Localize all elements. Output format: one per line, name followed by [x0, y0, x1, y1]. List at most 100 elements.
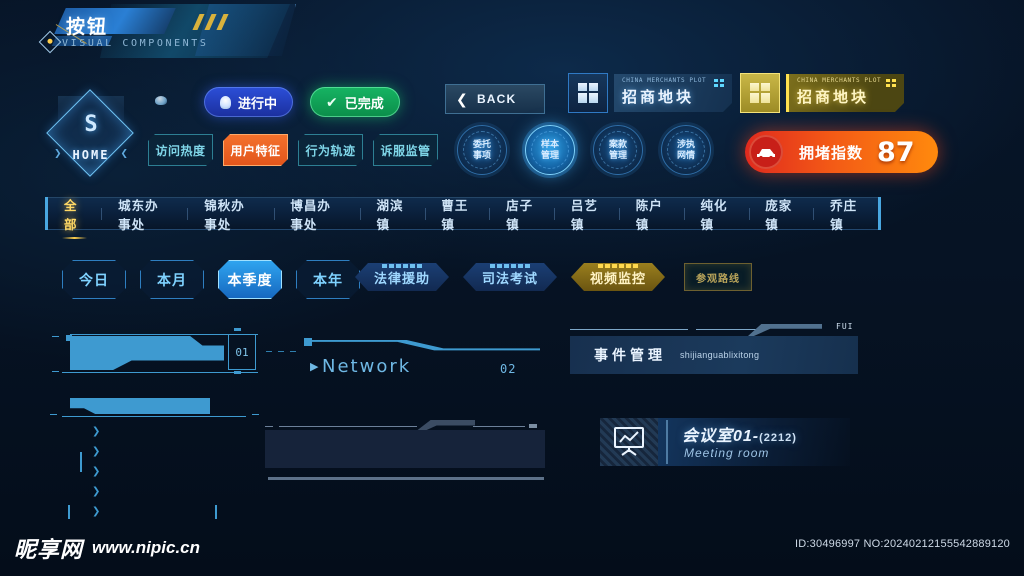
- back-button[interactable]: ❮ BACK: [445, 84, 545, 114]
- nav-item-caowang[interactable]: 曹王镇: [425, 195, 489, 233]
- deco-line: [279, 426, 417, 427]
- dashboard-root: 按钮 VISUAL COMPONENTS S ❯ ❮ HOME 访问热度 用户特…: [0, 0, 1024, 576]
- nav-item-dianzi[interactable]: 店子镇: [490, 195, 554, 233]
- hex-button-judicial-exam-label: 司法考试: [481, 270, 538, 286]
- nav-item-all[interactable]: 全部: [48, 195, 101, 239]
- watermark-cn: 昵享网: [14, 537, 84, 562]
- nav-item-jinqiu[interactable]: 锦秋办事处: [188, 195, 273, 233]
- route-button[interactable]: 参观路线: [684, 263, 752, 291]
- circle-button-case-funds[interactable]: 案款 管理: [593, 125, 643, 175]
- network-index: 02: [500, 362, 517, 376]
- hud-tick: [52, 371, 59, 372]
- plot-card-blue[interactable]: CHINA MERCHANTS PLOT 招商地块: [568, 73, 732, 113]
- tag-button-service-supervision[interactable]: 诉服监管: [373, 134, 438, 166]
- dark-panel: [265, 430, 545, 468]
- plot-card-blue-en: CHINA MERCHANTS PLOT: [622, 77, 707, 84]
- status-pill-in-progress[interactable]: 进行中: [204, 87, 294, 117]
- circle-button-group: 委托 事项 样本 管理 案款 管理 涉执 网情: [457, 125, 711, 175]
- nav-item-chenhu[interactable]: 陈户镇: [620, 195, 684, 233]
- plot-card-gold-cn: 招商地块: [797, 89, 870, 106]
- tag-button-visit-heat[interactable]: 访问热度: [148, 134, 213, 166]
- grid-icon: [568, 73, 608, 113]
- status-pill-completed-label: 已完成: [344, 95, 384, 111]
- circle-button-sample-label: 样本 管理: [540, 139, 559, 160]
- car-icon: [749, 135, 783, 169]
- deco-line: [473, 426, 525, 427]
- banner-stripes-icon: [192, 14, 242, 30]
- deco-line: [265, 426, 273, 427]
- plot-card-gold-dots-icon: [886, 79, 896, 87]
- hex-cap-icon: [382, 264, 422, 268]
- hud-network-block: ▶ Network 02: [300, 330, 555, 380]
- circle-button-enforcement-news[interactable]: 涉执 网情: [661, 125, 711, 175]
- nav-item-hubin[interactable]: 湖滨镇: [361, 195, 425, 233]
- plot-card-gold-body: CHINA MERCHANTS PLOT 招商地块: [786, 74, 904, 112]
- hud-index-marker: [234, 371, 241, 374]
- meeting-room-title: 会议室01-(2212): [682, 422, 797, 446]
- hud-tick: [252, 414, 259, 415]
- plot-card-gold[interactable]: CHINA MERCHANTS PLOT 招商地块: [740, 73, 904, 113]
- time-filter-today[interactable]: 今日: [62, 260, 126, 299]
- header-banner: 按钮 VISUAL COMPONENTS: [0, 0, 300, 70]
- watermark: 昵享网 www.nipic.cn: [14, 532, 200, 564]
- time-filter-group: 今日 本月 本季度 本年: [62, 260, 360, 299]
- meeting-room-card[interactable]: 会议室01-(2212) Meeting room: [600, 418, 850, 474]
- circle-button-entrust[interactable]: 委托 事项: [457, 125, 507, 175]
- deco-square: [529, 424, 537, 428]
- hud-solid-bar-2: [70, 398, 210, 414]
- nav-item-bochang[interactable]: 博昌办事处: [274, 195, 359, 233]
- network-label: Network: [322, 356, 412, 377]
- circle-button-case-funds-label: 案款 管理: [608, 139, 627, 160]
- network-swoop-line: [310, 340, 540, 351]
- hex-button-judicial-exam[interactable]: 司法考试: [463, 263, 557, 291]
- hex-button-video-monitor-label: 视频监控: [589, 270, 646, 286]
- home-badge[interactable]: S ❯ ❮ HOME: [46, 89, 134, 180]
- meeting-room-code: (2212): [759, 432, 797, 444]
- hud-index-marker: [234, 328, 241, 331]
- nav-item-chunhua[interactable]: 纯化镇: [685, 195, 749, 233]
- presentation-board-icon: [612, 426, 646, 456]
- nav-item-pangjia[interactable]: 庞家镇: [749, 195, 813, 233]
- plot-card-gold-en: CHINA MERCHANTS PLOT: [797, 77, 882, 84]
- hex-button-legal-aid[interactable]: 法律援助: [355, 263, 449, 291]
- watermark-url: www.nipic.cn: [92, 538, 201, 557]
- home-s-glyph-icon: S: [84, 112, 98, 137]
- meeting-room-name: 会议室01-: [682, 428, 760, 445]
- hud-vertical-marker: [68, 505, 70, 519]
- home-label: HOME: [72, 148, 110, 162]
- congestion-value: 87: [877, 136, 915, 168]
- nav-item-lvyi[interactable]: 吕艺镇: [555, 195, 619, 233]
- tag-button-behavior-track[interactable]: 行为轨迹: [298, 134, 363, 166]
- banner-wedge-right: [195, 4, 296, 56]
- event-management-card[interactable]: 事件管理 shijianguablixitong: [570, 336, 858, 374]
- event-management-title: 事件管理: [594, 347, 666, 363]
- tag-button-user-profile[interactable]: 用户特征: [223, 134, 288, 166]
- status-pill-in-progress-label: 进行中: [238, 95, 278, 111]
- hud-index-01: 01: [228, 334, 256, 370]
- play-triangle-icon: ▶: [310, 361, 319, 373]
- event-card-top-deco: [570, 324, 858, 336]
- circle-button-sample[interactable]: 样本 管理: [525, 125, 575, 175]
- page-subtitle: VISUAL COMPONENTS: [62, 38, 209, 49]
- page-title: 按钮: [66, 17, 109, 38]
- time-filter-quarter[interactable]: 本季度: [218, 260, 282, 299]
- time-filter-month[interactable]: 本月: [140, 260, 204, 299]
- nav-item-chengdong[interactable]: 城东办事处: [102, 195, 187, 233]
- dark-panel-bottom-bar: [268, 477, 544, 480]
- grid-icon-gold: [740, 73, 780, 113]
- plot-card-blue-body: CHINA MERCHANTS PLOT 招商地块: [614, 74, 732, 112]
- hex-cap-icon: [598, 264, 638, 268]
- nav-item-qiaozhuang[interactable]: 乔庄镇: [814, 195, 878, 233]
- status-pill-completed[interactable]: ✔ 已完成: [310, 87, 400, 117]
- circle-button-enforcement-news-label: 涉执 网情: [676, 139, 695, 160]
- plot-card-blue-cn: 招商地块: [622, 89, 695, 106]
- chevron-left-icon: ❮: [456, 90, 469, 107]
- event-management-pinyin: shijianguablixitong: [680, 350, 760, 360]
- congestion-index-badge[interactable]: 拥堵指数 87: [745, 131, 938, 173]
- fui-corner-label: FUI: [836, 322, 854, 331]
- hex-button-video-monitor[interactable]: 视频监控: [571, 263, 665, 291]
- check-icon: ✔: [326, 93, 338, 110]
- deco-line: [696, 329, 756, 330]
- time-filter-year[interactable]: 本年: [296, 260, 360, 299]
- hud-line-bottom: [62, 372, 258, 373]
